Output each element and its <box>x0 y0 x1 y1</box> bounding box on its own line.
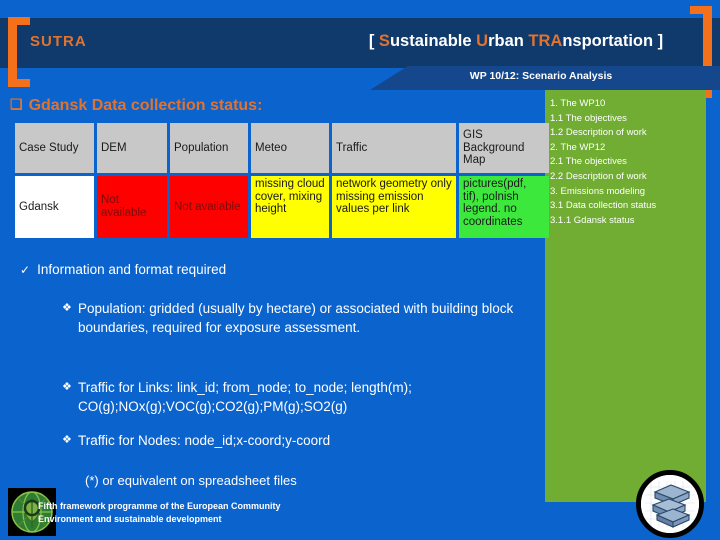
outline-sidebar-list: 1. The WP10 1.1 The objectives 1.2 Descr… <box>550 97 706 228</box>
cell-case-study-gdansk: Gdansk <box>15 176 94 238</box>
cell-population-status: Not available <box>170 176 248 238</box>
footer-line-1: Fifth framework programme of the Europea… <box>38 501 281 511</box>
outline-item-1[interactable]: 1. The WP10 <box>550 97 706 112</box>
bullet-population: ❖ Population: gridded (usually by hectar… <box>62 299 542 337</box>
square-bullet-icon: ❑ <box>10 96 23 112</box>
bullet-level1-information-format: ✓ Information and format required <box>20 262 226 277</box>
outline-item-1-1[interactable]: 1.1 The objectives <box>550 112 706 127</box>
isometric-s-logo-icon <box>641 475 699 533</box>
outline-item-3-1[interactable]: 3.1 Data collection status <box>550 199 706 214</box>
outline-item-3-1-1[interactable]: 3.1.1 Gdansk status <box>550 214 706 229</box>
slide-canvas: SUTRA [ Sustainable Urban TRAnsportation… <box>0 0 720 540</box>
outline-item-2-1[interactable]: 2.1 The objectives <box>550 155 706 170</box>
title-part-rban: rban <box>488 32 529 50</box>
cell-dem-status: Not available <box>97 176 167 238</box>
footer-line-2: Environment and sustainable development <box>38 514 222 524</box>
title-part-ustainable: ustainable <box>389 32 477 50</box>
presentation-title: [ Sustainable Urban TRAnsportation ] <box>320 32 712 51</box>
title-part-nsportation: nsportation <box>562 32 654 50</box>
bullet-traffic-nodes-label: Traffic for Nodes: node_id;x-coord;y-coo… <box>78 433 331 448</box>
section-heading-label: Gdansk Data collection status: <box>28 97 263 114</box>
title-highlight-tra: TRA <box>528 32 563 50</box>
data-collection-status-table: Case Study DEM Population Meteo Traffic … <box>12 120 552 241</box>
cell-meteo-status: missing cloud cover, mixing height <box>251 176 329 238</box>
section-heading: ❑ Gdansk Data collection status: <box>10 96 262 115</box>
outline-item-2[interactable]: 2. The WP12 <box>550 141 706 156</box>
diamond-bullet-icon: ❖ <box>62 302 72 314</box>
table-row: Gdansk Not available Not available missi… <box>15 176 549 238</box>
bullet-traffic-nodes: ❖ Traffic for Nodes: node_id;x-coord;y-c… <box>62 431 542 450</box>
outline-item-3[interactable]: 3. Emissions modeling <box>550 185 706 200</box>
title-bracket-close: ] <box>653 32 664 50</box>
cell-gis-background-map-status: pictures(pdf, tif), polnish legend. no c… <box>459 176 549 238</box>
bullet-traffic-links: ❖ Traffic for Links: link_id; from_node;… <box>62 378 542 416</box>
col-header-dem: DEM <box>97 123 167 173</box>
workpackage-subtitle: WP 10/12: Scenario Analysis <box>469 70 613 82</box>
bullet-population-label: Population: gridded (usually by hectare)… <box>78 301 514 335</box>
project-corner-logo <box>636 470 704 538</box>
outline-item-2-2[interactable]: 2.2 Description of work <box>550 170 706 185</box>
col-header-traffic: Traffic <box>332 123 456 173</box>
col-header-gis-background-map: GIS Background Map <box>459 123 549 173</box>
outline-item-1-2[interactable]: 1.2 Description of work <box>550 126 706 141</box>
bullet-level1-label: Information and format required <box>37 262 227 277</box>
footnote-spreadsheet: (*) or equivalent on spreadsheet files <box>85 473 297 488</box>
title-bracket-open: [ <box>368 32 379 50</box>
title-highlight-s: S <box>378 32 390 50</box>
sutra-logo: SUTRA <box>30 33 87 50</box>
col-header-population: Population <box>170 123 248 173</box>
bullet-traffic-links-label: Traffic for Links: link_id; from_node; t… <box>78 380 412 414</box>
check-bullet-icon: ✓ <box>20 263 31 277</box>
footer-programme-text: Fifth framework programme of the Europea… <box>38 500 281 526</box>
bracket-left-decoration <box>8 17 30 87</box>
title-highlight-u: U <box>476 32 489 50</box>
col-header-meteo: Meteo <box>251 123 329 173</box>
col-header-case-study: Case Study <box>15 123 94 173</box>
cell-traffic-status: network geometry only missing emission v… <box>332 176 456 238</box>
diamond-bullet-icon: ❖ <box>62 381 72 393</box>
diamond-bullet-icon: ❖ <box>62 434 72 446</box>
table-header-row: Case Study DEM Population Meteo Traffic … <box>15 123 549 173</box>
